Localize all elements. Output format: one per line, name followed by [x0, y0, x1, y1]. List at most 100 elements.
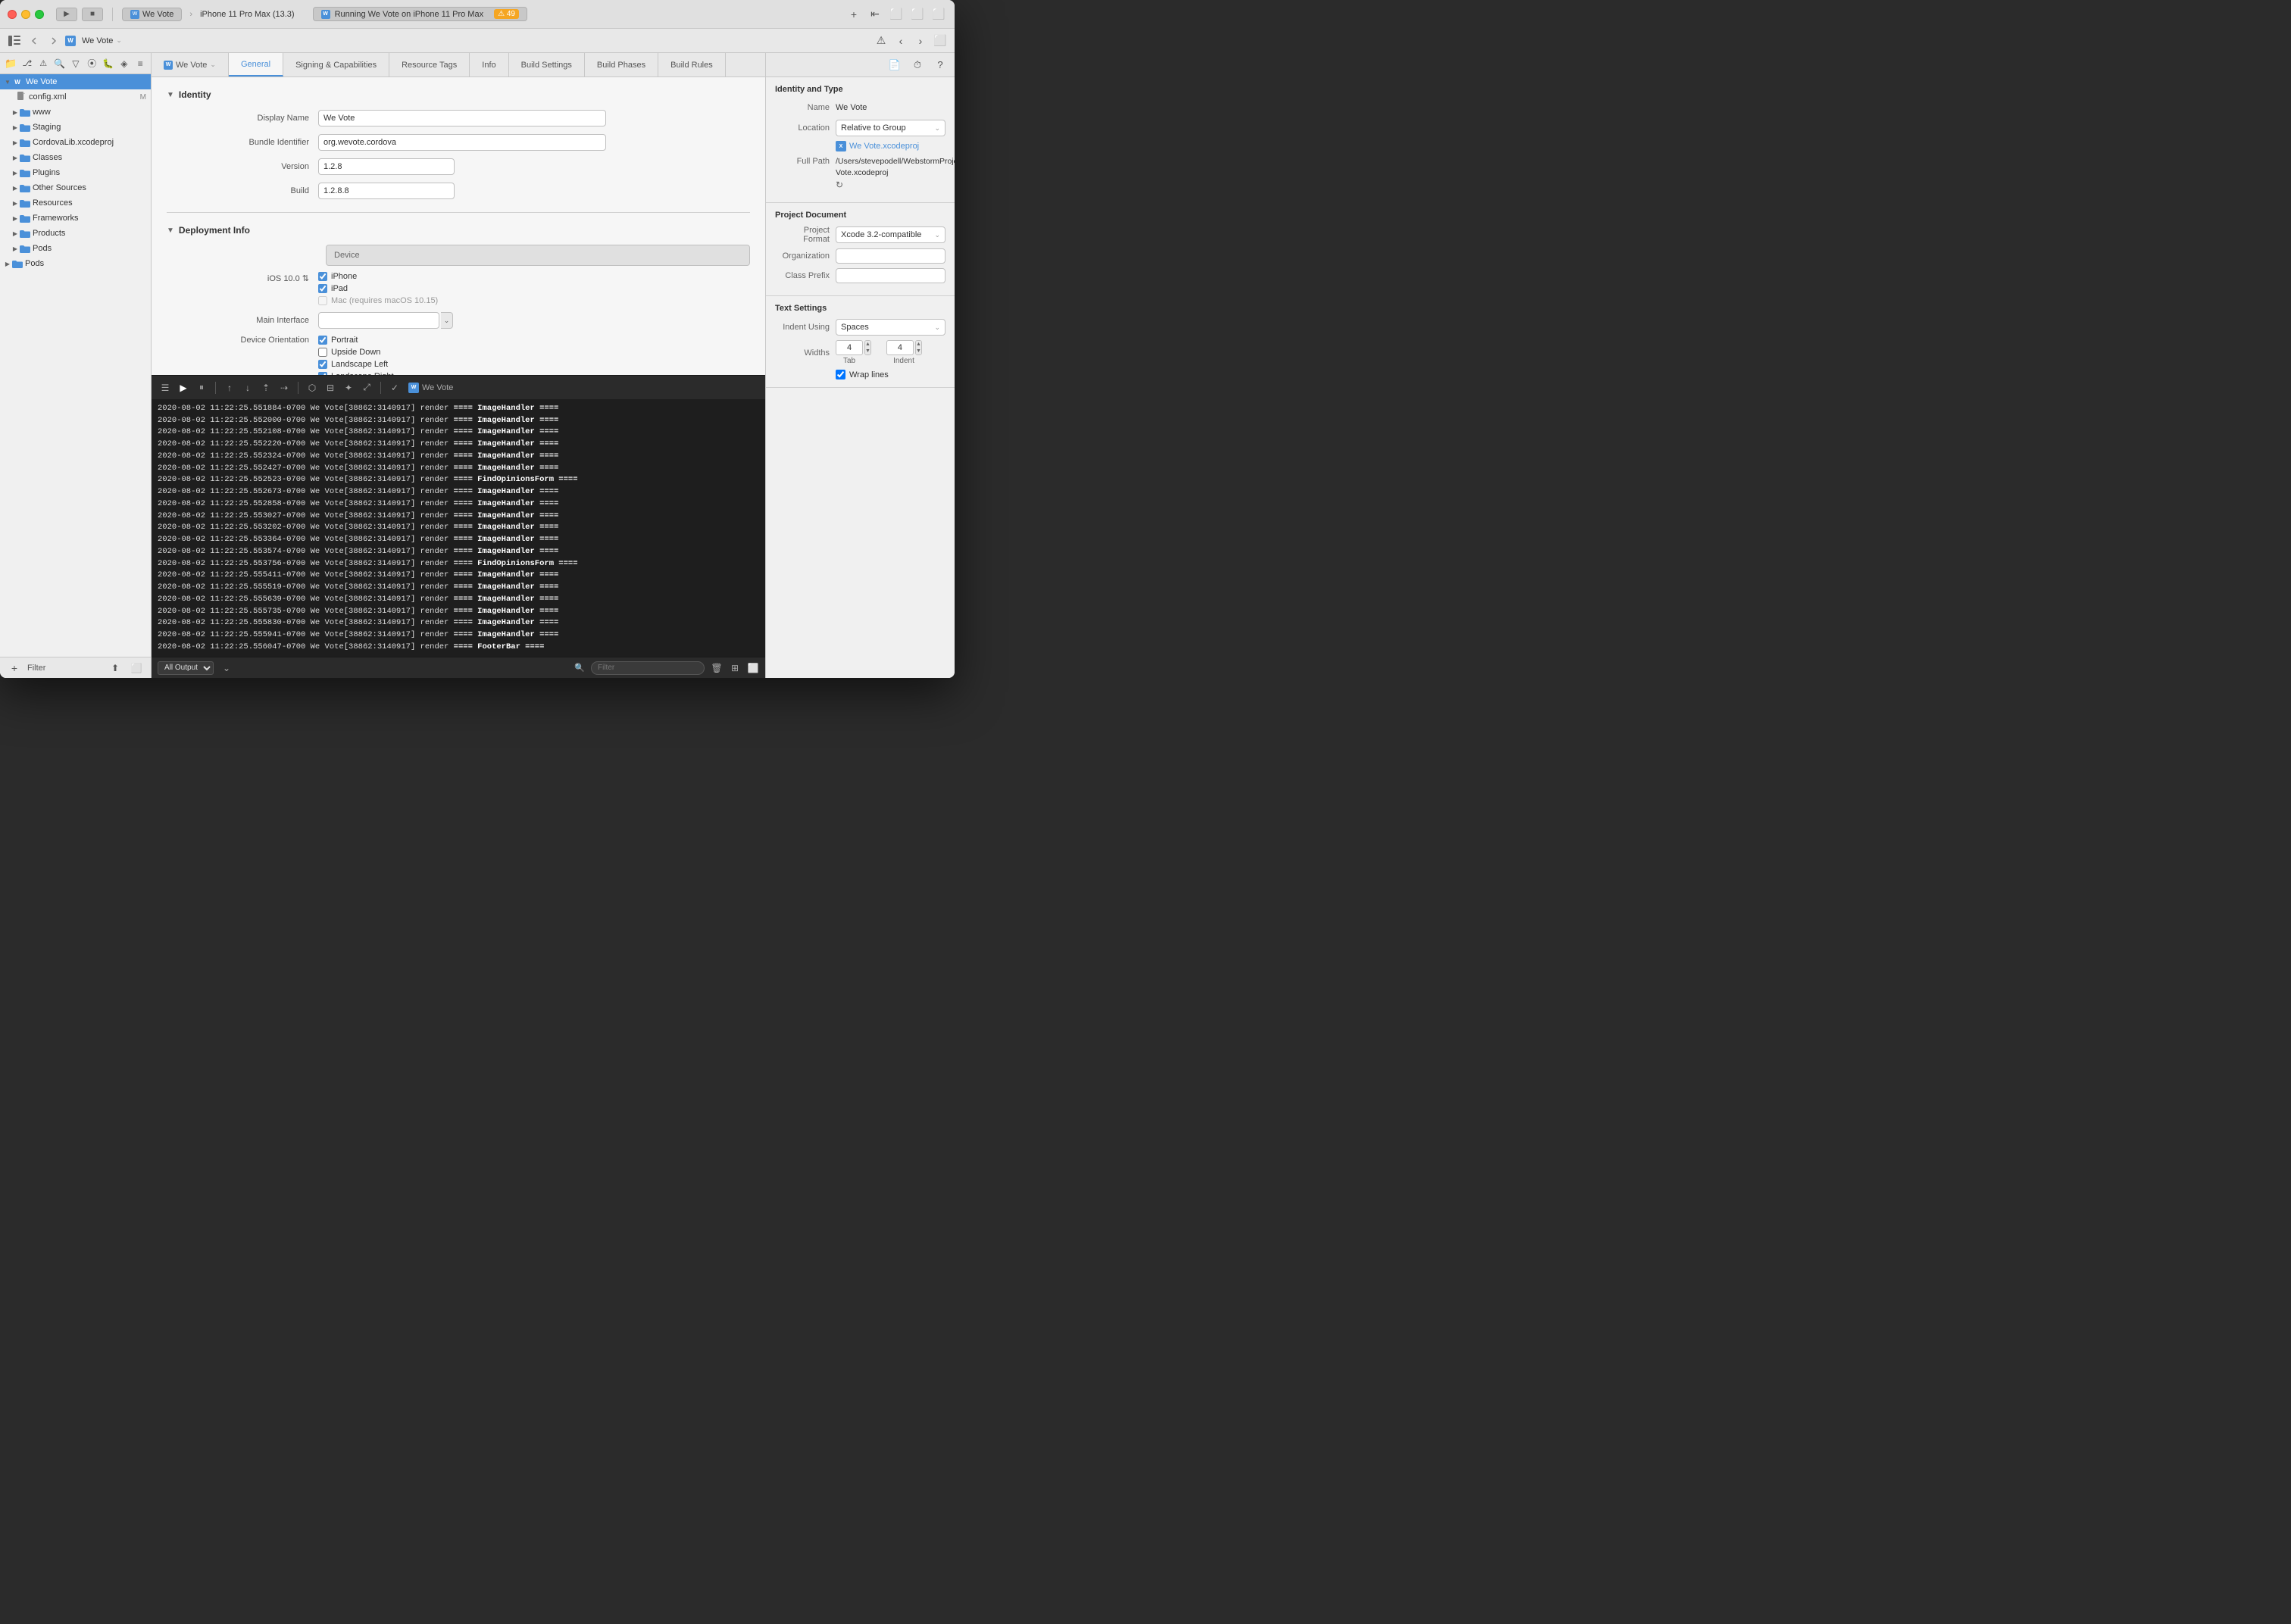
maximize-button[interactable]	[35, 10, 44, 19]
organization-input[interactable]	[836, 248, 945, 264]
search-btn[interactable]: 🔍	[54, 55, 65, 72]
run-button[interactable]: ▶	[56, 8, 77, 21]
toolbar-nav-btn-2[interactable]	[45, 33, 62, 49]
close-button[interactable]	[8, 10, 17, 19]
inspector-toggle[interactable]: ⬜	[932, 33, 949, 49]
tab-general[interactable]: General	[229, 53, 283, 77]
wrap-lines-checkbox[interactable]	[836, 370, 845, 379]
minimize-button[interactable]	[21, 10, 30, 19]
ipad-checkbox[interactable]	[318, 284, 327, 293]
inspector-location-dropdown[interactable]: Relative to Group ⌄	[836, 120, 945, 136]
stop-button[interactable]: ■	[82, 8, 103, 21]
debug-btn[interactable]: 🐛	[102, 55, 114, 72]
tab-build-phases[interactable]: Build Phases	[585, 53, 658, 77]
debug-step-out[interactable]: ⇡	[258, 380, 273, 395]
indent-width-input[interactable]	[886, 340, 914, 355]
report-btn[interactable]: ≡	[135, 55, 146, 72]
tab-width-input[interactable]	[836, 340, 863, 355]
nav-left[interactable]: ‹	[892, 33, 909, 49]
debug-simulate-btn[interactable]: ⤢	[359, 380, 374, 395]
sidebar-item-pods-sub[interactable]: ▶ Pods	[0, 241, 151, 256]
sidebar-item-cordovalib[interactable]: ▶ CordovaLib.xcodeproj	[0, 135, 151, 150]
console-output[interactable]: 2020-08-02 11:22:24.746000-0700 We Vote[…	[152, 399, 765, 657]
build-input[interactable]	[318, 183, 455, 199]
debug-locate-btn[interactable]: ✦	[341, 380, 356, 395]
inspector-history-btn[interactable]: ⏱	[909, 57, 926, 73]
scheme-selector[interactable]: W We Vote	[122, 8, 182, 21]
sidebar-item-pods-root[interactable]: ▶ Pods	[0, 256, 151, 271]
output-selector[interactable]: All Output	[158, 661, 214, 675]
grid-btn[interactable]: ⬜	[128, 660, 145, 676]
tab-resource-tags[interactable]: Resource Tags	[389, 53, 470, 77]
filter-btn[interactable]: ▽	[70, 55, 81, 72]
sidebar-item-www[interactable]: ▶ www	[0, 105, 151, 120]
sidebar-item-plugins[interactable]: ▶ Plugins	[0, 165, 151, 180]
portrait-checkbox[interactable]	[318, 336, 327, 345]
console-expand-btn[interactable]: ⬜	[747, 662, 759, 674]
iphone-checkbox[interactable]	[318, 272, 327, 281]
warning-btn[interactable]: ⚠	[38, 55, 49, 72]
display-name-input[interactable]	[318, 110, 606, 126]
debug-play-btn[interactable]: ▶	[176, 380, 191, 395]
sidebar-item-resources[interactable]: ▶ Resources	[0, 195, 151, 211]
sidebar-item-config-xml[interactable]: config.xml M	[0, 89, 151, 105]
layout-icon-1[interactable]: ⬜	[888, 6, 905, 23]
layout-icon-3[interactable]: ⬜	[930, 6, 947, 23]
source-control-btn[interactable]: ⎇	[21, 55, 33, 72]
sidebar-item-we-vote[interactable]: ▼ W We Vote	[0, 74, 151, 89]
tab-width-up[interactable]: ▲	[865, 341, 870, 348]
indent-width-up[interactable]: ▲	[916, 341, 921, 348]
class-prefix-input[interactable]	[836, 268, 945, 283]
main-interface-input[interactable]	[318, 312, 439, 329]
nav-icon-1[interactable]: ⇤	[867, 6, 883, 23]
console-delete-btn[interactable]: 🗑	[711, 662, 723, 674]
output-dropdown-icon[interactable]: ⌄	[223, 663, 230, 673]
inspector-file-btn[interactable]: 📄	[886, 57, 903, 73]
debug-simulate-btn-2[interactable]: ✓	[387, 380, 402, 395]
sidebar-item-products[interactable]: ▶ Products	[0, 226, 151, 241]
breakpoint-btn[interactable]: ◈	[118, 55, 130, 72]
debug-step-into[interactable]: ↓	[240, 380, 255, 395]
toolbar-nav-btn-1[interactable]	[26, 33, 42, 49]
test-btn[interactable]: ⦿	[86, 55, 98, 72]
debug-continue[interactable]: ⇢	[277, 380, 292, 395]
console-split-btn[interactable]: ⊞	[729, 662, 741, 674]
debug-pause-btn[interactable]: ⏸	[194, 380, 209, 395]
xcodeproj-link[interactable]: X We Vote.xcodeproj	[836, 141, 945, 151]
debug-step-over[interactable]: ↑	[222, 380, 237, 395]
indent-using-dropdown[interactable]: Spaces ⌄	[836, 319, 945, 336]
tab-info[interactable]: Info	[470, 53, 508, 77]
main-interface-dropdown-btn[interactable]: ⌄	[441, 312, 453, 329]
layout-icon-2[interactable]: ⬜	[909, 6, 926, 23]
sidebar-item-other-sources[interactable]: ▶ Other Sources	[0, 180, 151, 195]
sidebar-item-frameworks[interactable]: ▶ Frameworks	[0, 211, 151, 226]
sidebar-item-staging[interactable]: ▶ Staging	[0, 120, 151, 135]
add-file-btn[interactable]: +	[6, 660, 23, 676]
tab-build-settings[interactable]: Build Settings	[509, 53, 585, 77]
tab-we-vote[interactable]: W We Vote ⌄	[152, 53, 229, 77]
activity-tab[interactable]: W Running We Vote on iPhone 11 Pro Max ⚠…	[313, 7, 527, 21]
console-filter-input[interactable]	[591, 661, 705, 675]
tab-width-down[interactable]: ▼	[865, 348, 870, 354]
debug-toggle-btn[interactable]: ☰	[158, 380, 173, 395]
alert-icon[interactable]: ⚠	[873, 33, 889, 49]
tab-signing[interactable]: Signing & Capabilities	[283, 53, 389, 77]
add-tab-button[interactable]: +	[845, 6, 862, 23]
sort-btn[interactable]: ⬆	[107, 660, 123, 676]
bundle-identifier-input[interactable]	[318, 134, 606, 151]
refresh-path-btn[interactable]: ↻	[836, 180, 955, 190]
upside-down-checkbox[interactable]	[318, 348, 327, 357]
tab-build-rules[interactable]: Build Rules	[658, 53, 726, 77]
inspector-help-btn[interactable]: ?	[932, 57, 949, 73]
indent-width-down[interactable]: ▼	[916, 348, 921, 354]
debug-memory-btn[interactable]: ⊟	[323, 380, 338, 395]
landscape-left-checkbox[interactable]	[318, 360, 327, 369]
project-format-dropdown[interactable]: Xcode 3.2-compatible ⌄	[836, 226, 945, 243]
sidebar-toggle[interactable]	[6, 33, 23, 49]
sidebar-item-classes[interactable]: ▶ Classes	[0, 150, 151, 165]
mac-checkbox[interactable]	[318, 296, 327, 305]
folder-icon-btn[interactable]: 📁	[5, 55, 17, 72]
version-input[interactable]	[318, 158, 455, 175]
debug-view-btn[interactable]: ⬡	[305, 380, 320, 395]
nav-right[interactable]: ›	[912, 33, 929, 49]
